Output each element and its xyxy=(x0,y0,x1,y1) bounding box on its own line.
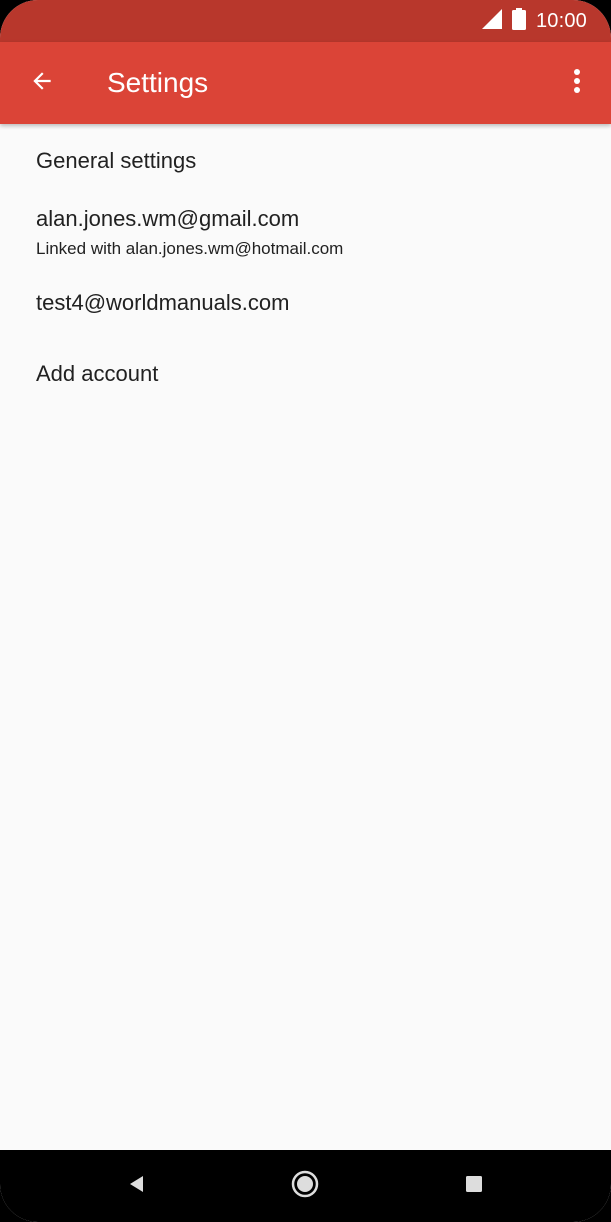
nav-recents-button[interactable] xyxy=(454,1166,494,1206)
more-options-button[interactable] xyxy=(557,63,597,103)
recents-square-icon xyxy=(465,1175,483,1198)
account-email: alan.jones.wm@gmail.com xyxy=(36,206,300,231)
arrow-back-icon xyxy=(29,68,55,99)
back-button[interactable] xyxy=(18,63,66,103)
app-bar: Settings xyxy=(0,42,611,124)
account-email: test4@worldmanuals.com xyxy=(36,290,290,315)
signal-icon xyxy=(481,8,502,34)
status-icons: 10:00 xyxy=(481,7,587,35)
account-item-worldmanuals[interactable]: test4@worldmanuals.com xyxy=(0,282,611,340)
status-time: 10:00 xyxy=(535,9,587,32)
battery-icon xyxy=(511,7,526,35)
page-title: Settings xyxy=(107,67,209,98)
status-bar: 10:00 xyxy=(0,0,611,42)
add-account-label: Add account xyxy=(36,361,159,386)
back-triangle-icon xyxy=(127,1174,147,1199)
nav-home-button[interactable] xyxy=(285,1166,325,1206)
general-settings-label: General settings xyxy=(36,148,197,173)
nav-back-button[interactable] xyxy=(117,1166,157,1206)
phone-screen: 10:00 Settings General settings alan.jon… xyxy=(0,0,611,1222)
general-settings-item[interactable]: General settings xyxy=(0,124,611,196)
account-linked-text: Linked with alan.jones.wm@hotmail.com xyxy=(36,239,344,258)
home-circle-icon xyxy=(290,1169,320,1204)
account-item-gmail[interactable]: alan.jones.wm@gmail.com Linked with alan… xyxy=(0,196,611,282)
navigation-bar xyxy=(0,1150,611,1222)
more-vert-icon xyxy=(573,68,581,99)
add-account-item[interactable]: Add account xyxy=(0,340,611,410)
